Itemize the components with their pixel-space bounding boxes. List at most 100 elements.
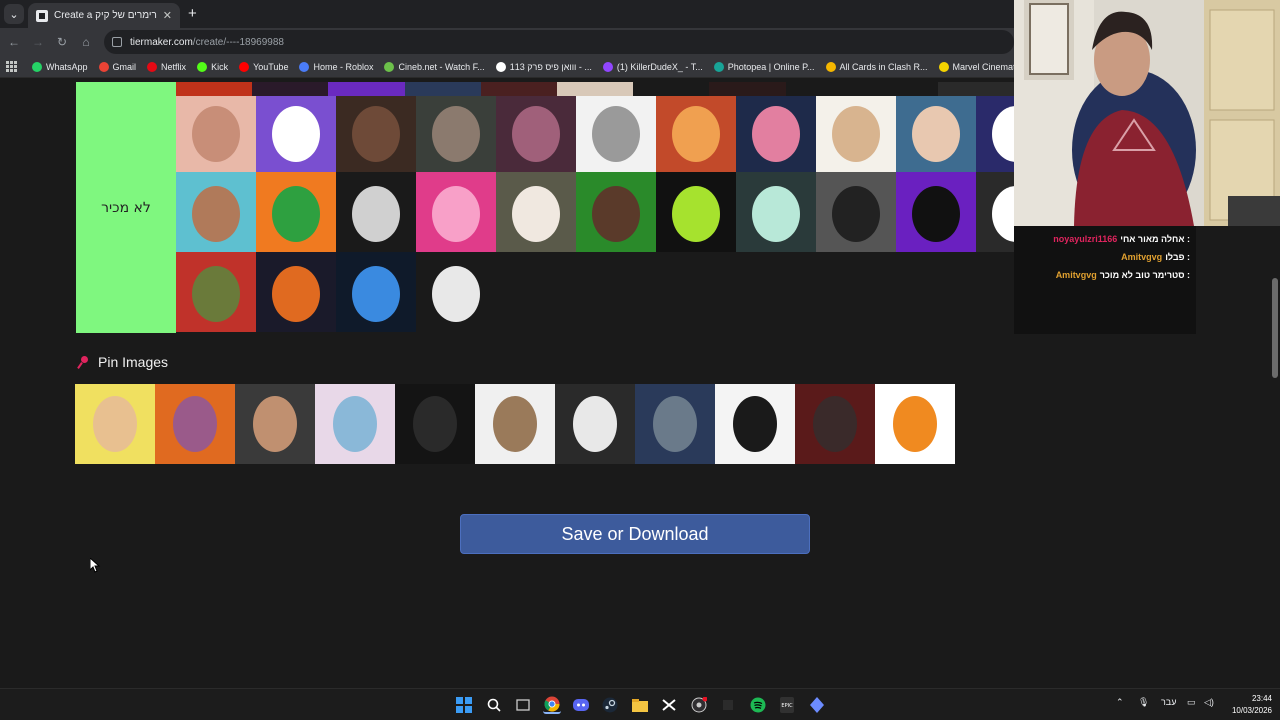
close-tab-icon[interactable]: ✕ [163, 9, 172, 22]
tier-image-tile[interactable] [336, 92, 416, 172]
apps-grid-icon[interactable] [6, 60, 18, 73]
avatar [672, 186, 720, 242]
tier-image-tile[interactable] [896, 92, 976, 172]
avatar [432, 266, 480, 322]
pin-image-tile[interactable] [235, 384, 315, 464]
microphone-icon[interactable]: 🎙︎ [1138, 697, 1149, 708]
bookmark-item[interactable]: YouTube [239, 61, 288, 72]
tier-image-tile[interactable] [576, 92, 656, 172]
strip-tile [937, 82, 1015, 96]
search-icon[interactable] [485, 696, 503, 714]
pin-image-tile[interactable] [395, 384, 475, 464]
task-view-icon[interactable] [514, 696, 532, 714]
app-icon[interactable] [719, 696, 737, 714]
tier-image-tile[interactable] [496, 92, 576, 172]
tier-image-tile[interactable] [976, 172, 1014, 252]
steam-icon[interactable] [601, 696, 619, 714]
tier-image-tile[interactable] [416, 252, 496, 332]
bookmark-item[interactable]: Netflix [147, 61, 186, 72]
pin-images-title: Pin Images [98, 354, 169, 370]
pin-image-tile[interactable] [155, 384, 235, 464]
scrollbar-thumb[interactable] [1272, 278, 1278, 378]
bookmark-item[interactable]: ווואן פיס פרק 113 - ... [495, 61, 592, 72]
tier-image-tile[interactable] [256, 92, 336, 172]
discord-icon[interactable] [572, 696, 590, 714]
obs-icon[interactable] [690, 696, 708, 714]
tier-image-tile[interactable] [176, 252, 256, 332]
pin-image-tile[interactable] [795, 384, 875, 464]
bookmark-item[interactable]: Gmail [98, 61, 136, 72]
tier-image-tile[interactable] [896, 172, 976, 252]
bookmark-item[interactable]: All Cards in Clash R... [825, 61, 928, 72]
avatar [493, 396, 537, 452]
app-diamond-icon[interactable] [808, 696, 826, 714]
volume-icon[interactable]: ◁) [1204, 697, 1214, 708]
tier-label[interactable]: לא מכיר [76, 82, 176, 333]
pin-image-tile[interactable] [635, 384, 715, 464]
avatar [733, 396, 777, 452]
capcut-icon[interactable] [660, 696, 678, 714]
back-arrow-icon[interactable]: ← [6, 34, 22, 50]
tier-image-tile[interactable] [576, 172, 656, 252]
reload-icon[interactable]: ↻ [54, 34, 70, 50]
tier-image-tile[interactable] [256, 252, 336, 332]
clock[interactable]: 23:44 10/03/2026 [1232, 693, 1272, 717]
tier-image-tile[interactable] [736, 92, 816, 172]
chat-text: סטרימר טוב לא מוכר : [1099, 270, 1190, 280]
site-info-icon[interactable] [112, 37, 122, 47]
tier-image-tile[interactable] [976, 92, 1014, 172]
tier-image-tile[interactable] [816, 172, 896, 252]
tiermaker-favicon-icon [36, 9, 48, 22]
avatar [592, 186, 640, 242]
pin-image-tile[interactable] [75, 384, 155, 464]
tier-image-tile[interactable] [176, 92, 256, 172]
bookmark-label: All Cards in Clash R... [839, 61, 928, 72]
bookmark-favicon-icon [299, 61, 310, 72]
avatar [893, 396, 937, 452]
tier-image-tile[interactable] [416, 92, 496, 172]
tier-image-tile[interactable] [336, 252, 416, 332]
pin-image-tile[interactable] [875, 384, 955, 464]
pin-images-row [75, 384, 955, 464]
network-icon[interactable]: ▭ [1187, 697, 1196, 708]
spotify-icon[interactable] [749, 696, 767, 714]
bookmark-item[interactable]: Cineb.net - Watch F... [384, 61, 485, 72]
pin-image-tile[interactable] [555, 384, 635, 464]
tier-image-tile[interactable] [656, 92, 736, 172]
tier-image-tile[interactable] [256, 172, 336, 252]
pushpin-icon [78, 356, 90, 368]
language-indicator[interactable]: עבר [1161, 697, 1176, 707]
strip-tile [633, 82, 710, 96]
tier-image-tile[interactable] [656, 172, 736, 252]
bookmark-item[interactable]: Home - Roblox [299, 61, 373, 72]
tab-search-button[interactable]: ⌄ [4, 4, 24, 24]
pin-image-tile[interactable] [315, 384, 395, 464]
show-hidden-icons-icon[interactable]: ⌃ [1116, 697, 1124, 708]
address-bar[interactable]: tiermaker.com/create/----18969988 [104, 30, 1014, 54]
start-menu-icon[interactable] [455, 696, 473, 714]
save-or-download-button[interactable]: Save or Download [460, 514, 810, 554]
tier-image-tile[interactable] [416, 172, 496, 252]
bookmark-item[interactable]: (1) KillerDudeX_ - T... [602, 61, 703, 72]
bookmark-favicon-icon [239, 61, 250, 72]
pin-image-tile[interactable] [715, 384, 795, 464]
chrome-icon[interactable] [543, 696, 561, 714]
bookmark-item[interactable]: WhatsApp [32, 61, 88, 72]
bookmark-item[interactable]: Photopea | Online P... [713, 61, 815, 72]
tier-image-tile[interactable] [816, 92, 896, 172]
file-explorer-icon[interactable] [631, 696, 649, 714]
pin-image-tile[interactable] [475, 384, 555, 464]
forward-arrow-icon[interactable]: → [30, 34, 46, 50]
tier-image-tile[interactable] [736, 172, 816, 252]
tier-image-tile[interactable] [176, 172, 256, 252]
tier-image-tile[interactable] [496, 172, 576, 252]
browser-tab-active[interactable]: Create a ליגר סטרימרים של קיק ✕ [28, 3, 180, 28]
new-tab-icon[interactable]: + [188, 5, 197, 22]
bookmark-label: Cineb.net - Watch F... [398, 61, 485, 72]
strip-tile [328, 82, 405, 96]
strip-tile [556, 82, 634, 96]
tier-image-tile[interactable] [336, 172, 416, 252]
epic-games-icon[interactable]: EPIC [778, 696, 796, 714]
home-icon[interactable]: ⌂ [78, 34, 94, 50]
bookmark-item[interactable]: Kick [197, 61, 228, 72]
